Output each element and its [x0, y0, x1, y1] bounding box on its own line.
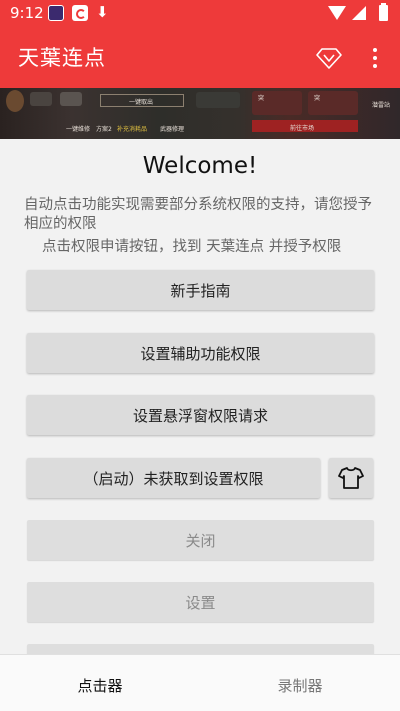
banner-label: 方案2: [96, 126, 112, 133]
banner-label: 潜雷站: [372, 102, 391, 109]
download-icon: ⬇: [96, 3, 109, 21]
app-notification-icon: [72, 5, 88, 21]
guide-button[interactable]: 新手指南: [27, 270, 374, 310]
diamond-icon[interactable]: [316, 46, 342, 70]
signal-icon: [352, 6, 366, 20]
theme-button[interactable]: [329, 458, 373, 498]
permission-hint: 点击权限申请按钮，找到 天葉连点 并授予权限: [42, 239, 342, 255]
banner-label: 突: [314, 95, 321, 102]
wifi-icon: [328, 6, 346, 20]
permission-description: 自动点击功能实现需要部分系统权限的支持，请您授予相应的权限: [24, 197, 372, 232]
banner-label: 突: [258, 95, 265, 102]
tshirt-icon: [338, 467, 364, 489]
banner-label: 一键取出: [129, 99, 154, 106]
tab-recorder[interactable]: 录制器: [200, 675, 400, 696]
overlay-permission-button[interactable]: 设置悬浮窗权限请求: [27, 395, 374, 435]
app-notification-icon: [48, 5, 64, 21]
close-button[interactable]: 关闭: [27, 520, 374, 560]
status-bar: 9:12 ⬇: [0, 0, 400, 28]
game-banner-image: 一键取出 突 突 潜雷站 一键维修 方案2 补充消耗品 武器修理 前往市场: [0, 88, 400, 139]
welcome-title: Welcome!: [142, 153, 258, 179]
app-title: 天葉连点: [18, 46, 106, 70]
banner-label: 补充消耗品: [117, 126, 148, 133]
banner-label: 武器修理: [160, 126, 185, 133]
more-vert-icon[interactable]: [366, 45, 384, 71]
banner-label: 前往市场: [290, 125, 315, 132]
accessibility-permission-button[interactable]: 设置辅助功能权限: [27, 333, 374, 373]
bottom-navigation: 点击器 录制器: [0, 654, 400, 711]
banner-label: 一键维修: [66, 126, 91, 133]
battery-icon: [379, 3, 388, 21]
app-bar: 天葉连点: [0, 28, 400, 88]
start-button[interactable]: （启动）未获取到设置权限: [27, 458, 320, 498]
status-time: 9:12: [10, 4, 44, 22]
settings-button[interactable]: 设置: [27, 582, 374, 622]
tab-clicker[interactable]: 点击器: [0, 675, 200, 696]
